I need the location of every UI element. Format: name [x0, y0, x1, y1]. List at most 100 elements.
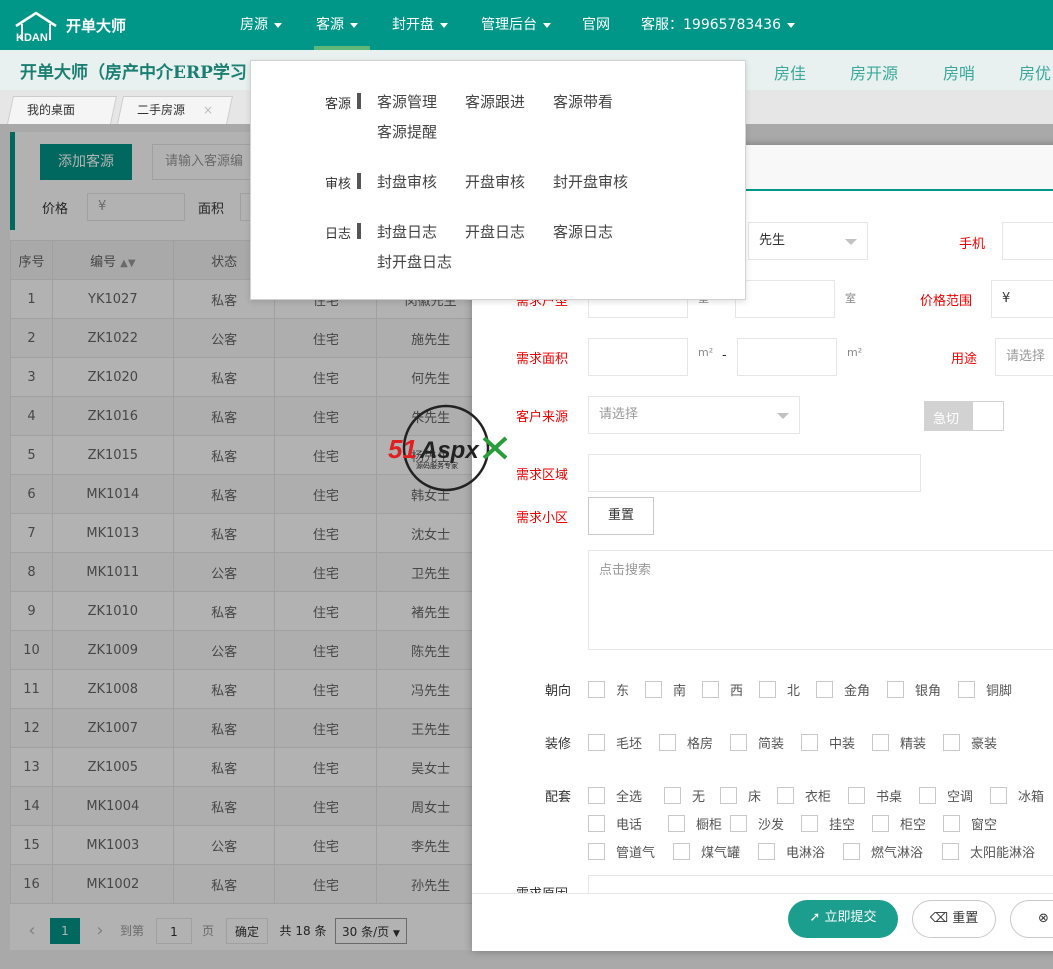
checkbox-icon[interactable] [777, 786, 794, 804]
checkbox-icon[interactable] [872, 733, 889, 751]
checkbox-option[interactable]: 燃气淋浴 [843, 842, 923, 861]
tab-desktop[interactable]: 我的桌面 [7, 96, 117, 124]
nav-item-support[interactable]: 客服：19965783436 [641, 0, 795, 50]
menu-item-customer-log[interactable]: 客源日志 [553, 221, 613, 242]
checkbox-icon[interactable] [588, 733, 605, 751]
phone-input[interactable] [1002, 222, 1053, 260]
banner-link[interactable]: 房哨 [943, 60, 975, 84]
checkbox-icon[interactable] [843, 842, 860, 860]
checkbox-option[interactable]: 衣柜 [777, 786, 831, 805]
menu-item-seal-review[interactable]: 封盘审核 [377, 171, 437, 192]
checkbox-icon[interactable] [919, 786, 936, 804]
checkbox-option[interactable]: 空调 [919, 786, 973, 805]
checkbox-icon[interactable] [588, 786, 605, 804]
checkbox-option[interactable]: 管道气 [588, 842, 655, 861]
checkbox-option[interactable]: 无 [664, 786, 705, 805]
checkbox-option[interactable]: 毛坯 [588, 733, 642, 752]
checkbox-option[interactable]: 电话 [588, 814, 642, 833]
checkbox-icon[interactable] [720, 786, 737, 804]
area-max-input[interactable] [737, 338, 837, 376]
checkbox-icon[interactable] [758, 842, 775, 860]
tab-secondhand[interactable]: 二手房源 × [117, 96, 233, 124]
reset-button[interactable]: ⌫ 重置 [912, 900, 996, 938]
checkbox-option[interactable]: 铜脚 [958, 680, 1012, 699]
checkbox-option[interactable]: 北 [759, 680, 800, 699]
menu-item-open-log[interactable]: 开盘日志 [465, 221, 525, 242]
menu-item-open-review[interactable]: 开盘审核 [465, 171, 525, 192]
checkbox-icon[interactable] [958, 680, 975, 698]
checkbox-option[interactable]: 精装 [872, 733, 926, 752]
checkbox-icon[interactable] [668, 814, 685, 832]
checkbox-icon[interactable] [990, 786, 1007, 804]
checkbox-option[interactable]: 柜空 [872, 814, 926, 833]
checkbox-option[interactable]: 床 [720, 786, 761, 805]
community-reset-button[interactable]: 重置 [588, 497, 654, 535]
menu-item-customer-followup[interactable]: 客源跟进 [465, 91, 525, 112]
urgent-toggle[interactable]: 急切 [924, 401, 1004, 431]
close-button[interactable]: ⊗ 关 [1010, 900, 1053, 938]
checkbox-icon[interactable] [848, 786, 865, 804]
checkbox-option[interactable]: 冰箱 [990, 786, 1044, 805]
checkbox-option[interactable]: 简装 [730, 733, 784, 752]
menu-item-customer-reminder[interactable]: 客源提醒 [377, 121, 437, 142]
checkbox-icon[interactable] [645, 680, 662, 698]
submit-button[interactable]: ➚ 立即提交 [788, 900, 898, 938]
checkbox-icon[interactable] [816, 680, 833, 698]
checkbox-icon[interactable] [801, 733, 818, 751]
checkbox-option[interactable]: 橱柜 [668, 814, 722, 833]
checkbox-icon[interactable] [664, 786, 681, 804]
menu-item-seal-log[interactable]: 封盘日志 [377, 221, 437, 242]
checkbox-icon[interactable] [588, 680, 605, 698]
nav-item-website[interactable]: 官网 [582, 0, 610, 50]
checkbox-icon[interactable] [759, 680, 776, 698]
checkbox-option[interactable]: 豪装 [943, 733, 997, 752]
checkbox-option[interactable]: 挂空 [801, 814, 855, 833]
banner-link[interactable]: 房优 [1019, 60, 1051, 84]
checkbox-icon[interactable] [730, 814, 747, 832]
menu-item-sealopen-log[interactable]: 封开盘日志 [377, 251, 452, 272]
checkbox-option[interactable]: 书桌 [848, 786, 902, 805]
checkbox-option[interactable]: 南 [645, 680, 686, 699]
checkbox-option[interactable]: 煤气罐 [673, 842, 740, 861]
checkbox-option[interactable]: 窗空 [943, 814, 997, 833]
checkbox-option[interactable]: 沙发 [730, 814, 784, 833]
banner-link[interactable]: 房开源 [850, 60, 898, 84]
room-max-input[interactable] [735, 280, 835, 318]
checkbox-icon[interactable] [942, 842, 959, 860]
region-input[interactable] [588, 454, 921, 492]
checkbox-icon[interactable] [588, 842, 605, 860]
menu-item-customer-viewing[interactable]: 客源带看 [553, 91, 613, 112]
checkbox-icon[interactable] [702, 680, 719, 698]
checkbox-icon[interactable] [801, 814, 818, 832]
checkbox-icon[interactable] [872, 814, 889, 832]
checkbox-option[interactable]: 格房 [659, 733, 713, 752]
reason-input[interactable] [588, 875, 1053, 893]
gender-select[interactable]: 先生 [748, 222, 868, 260]
community-search-textarea[interactable]: 点击搜索 [588, 550, 1053, 650]
menu-item-sealopen-review[interactable]: 封开盘审核 [553, 171, 628, 192]
nav-item-admin[interactable]: 管理后台 [481, 0, 551, 50]
checkbox-icon[interactable] [588, 814, 605, 832]
checkbox-icon[interactable] [730, 733, 747, 751]
close-icon[interactable]: × [203, 97, 213, 123]
checkbox-option[interactable]: 电淋浴 [758, 842, 825, 861]
area-min-input[interactable] [588, 338, 688, 376]
checkbox-option[interactable]: 太阳能淋浴 [942, 842, 1035, 861]
checkbox-option[interactable]: 银角 [887, 680, 941, 699]
source-select[interactable]: 请选择 [588, 396, 800, 434]
nav-item-keyuan[interactable]: 客源 [316, 0, 358, 50]
checkbox-option[interactable]: 金角 [816, 680, 870, 699]
nav-item-fangyuan[interactable]: 房源 [240, 0, 282, 50]
checkbox-option[interactable]: 中装 [801, 733, 855, 752]
checkbox-icon[interactable] [887, 680, 904, 698]
use-select[interactable]: 请选择 [995, 338, 1053, 376]
checkbox-option[interactable]: 全选 [588, 786, 642, 805]
banner-link[interactable]: 房佳 [774, 60, 806, 84]
checkbox-icon[interactable] [943, 733, 960, 751]
price-min-input[interactable]: ¥ [991, 280, 1053, 318]
checkbox-icon[interactable] [673, 842, 690, 860]
checkbox-option[interactable]: 东 [588, 680, 629, 699]
checkbox-option[interactable]: 西 [702, 680, 743, 699]
menu-item-customer-manage[interactable]: 客源管理 [377, 91, 437, 112]
nav-item-fengkaipan[interactable]: 封开盘 [392, 0, 448, 50]
